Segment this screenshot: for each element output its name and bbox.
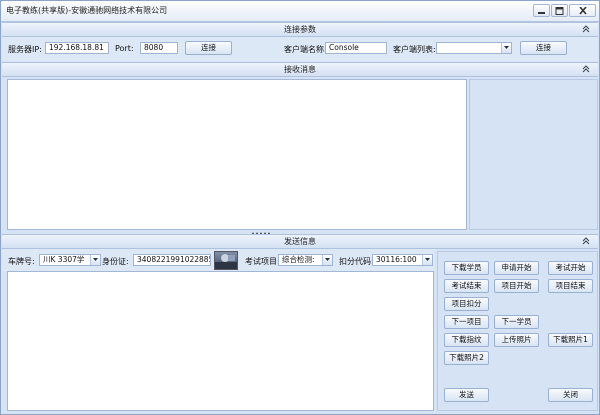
deduct-code-label: 扣分代码: (339, 257, 374, 266)
title-bar: 电子教练(共享版)-安徽通驰网络技术有限公司 (1, 1, 599, 22)
plate-value: 川K 3307学 (43, 255, 85, 264)
download-photo1-button[interactable]: 下载照片1 (548, 333, 593, 347)
chevron-down-icon (425, 258, 430, 261)
receive-header[interactable]: 接收消息 (2, 62, 598, 77)
collapse-chevron-icon (582, 65, 590, 73)
next-item-button[interactable]: 下一项目 (444, 315, 489, 329)
send-params-panel: 车牌号: 川K 3307学 身份证: 340822199102288587 考试… (2, 249, 435, 271)
exam-start-button[interactable]: 考试开始 (548, 261, 593, 275)
download-photo2-button[interactable]: 下载照片2 (444, 351, 489, 365)
upload-photo-button[interactable]: 上传照片 (494, 333, 539, 347)
minimize-icon (538, 12, 545, 14)
client-name-label: 客户端名称: (284, 45, 327, 54)
server-ip-input[interactable]: 192.168.18.81 (45, 42, 109, 54)
send-button[interactable]: 发送 (444, 388, 489, 402)
maximize-button[interactable] (551, 4, 568, 17)
main-window: 电子教练(共享版)-安徽通驰网络技术有限公司 连接参数 服务器IP: 192.1… (0, 0, 600, 415)
client-list-label: 客户端列表: (393, 45, 436, 54)
download-student-button[interactable]: 下载学员 (444, 261, 489, 275)
dropdown-arrow[interactable] (501, 43, 511, 53)
dropdown-arrow[interactable] (90, 255, 100, 265)
next-student-button[interactable]: 下一学员 (494, 315, 539, 329)
client-list-select[interactable] (436, 42, 512, 54)
exam-item-label: 考试项目: (245, 257, 280, 266)
actions-panel: 下载学员 申请开始 考试开始 考试结束 项目开始 项目结束 项目扣分 下一项目 … (437, 251, 598, 411)
receive-header-label: 接收消息 (284, 65, 316, 74)
exam-end-button[interactable]: 考试结束 (444, 279, 489, 293)
window-title: 电子教练(共享版)-安徽通驰网络技术有限公司 (6, 6, 168, 15)
receive-messages-area[interactable] (7, 79, 467, 230)
connect-button[interactable]: 连接 (185, 41, 232, 55)
connect-client-button[interactable]: 连接 (520, 41, 567, 55)
item-start-button[interactable]: 项目开始 (494, 279, 539, 293)
collapse-chevron-icon (582, 25, 590, 33)
connection-header[interactable]: 连接参数 (2, 22, 598, 37)
id-label: 身份证: (102, 257, 129, 266)
chevron-down-icon (325, 258, 330, 261)
send-message-area[interactable] (7, 271, 434, 411)
plate-select[interactable]: 川K 3307学 (39, 254, 101, 266)
deduct-code-value: 30116:100 (376, 255, 417, 264)
chevron-down-icon (504, 46, 509, 49)
server-ip-label: 服务器IP: (8, 45, 42, 54)
dropdown-arrow[interactable] (422, 255, 432, 265)
send-header-label: 发送信息 (284, 237, 316, 246)
dropdown-arrow[interactable] (322, 255, 332, 265)
download-fingerprint-button[interactable]: 下载指纹 (444, 333, 489, 347)
collapse-chevron-icon (582, 237, 590, 245)
chevron-down-icon (93, 258, 98, 261)
id-input[interactable]: 340822199102288587 (133, 254, 211, 266)
maximize-icon (555, 7, 564, 15)
splitter-grip[interactable] (231, 228, 291, 235)
connection-panel: 服务器IP: 192.168.18.81 Port: 8080 连接 客户端名称… (2, 37, 598, 61)
close-button[interactable]: 关闭 (548, 388, 593, 402)
client-name-input[interactable]: Console (325, 42, 387, 54)
plate-label: 车牌号: (8, 257, 35, 266)
close-window-button[interactable] (569, 4, 596, 17)
send-header[interactable]: 发送信息 (2, 234, 598, 249)
port-label: Port: (115, 44, 134, 53)
photo-icon (215, 254, 237, 269)
close-icon (579, 7, 587, 15)
deduct-code-select[interactable]: 30116:100 (372, 254, 433, 266)
port-input[interactable]: 8080 (140, 42, 178, 54)
student-photo-thumbnail[interactable] (214, 251, 238, 270)
exam-item-value: 综合检测: (282, 255, 315, 264)
connection-header-label: 连接参数 (284, 25, 316, 34)
apply-start-button[interactable]: 申请开始 (494, 261, 539, 275)
receive-side-panel (469, 79, 598, 230)
minimize-button[interactable] (533, 4, 550, 17)
item-end-button[interactable]: 项目结束 (548, 279, 593, 293)
item-deduct-button[interactable]: 项目扣分 (444, 297, 489, 311)
exam-item-select[interactable]: 综合检测: (278, 254, 333, 266)
